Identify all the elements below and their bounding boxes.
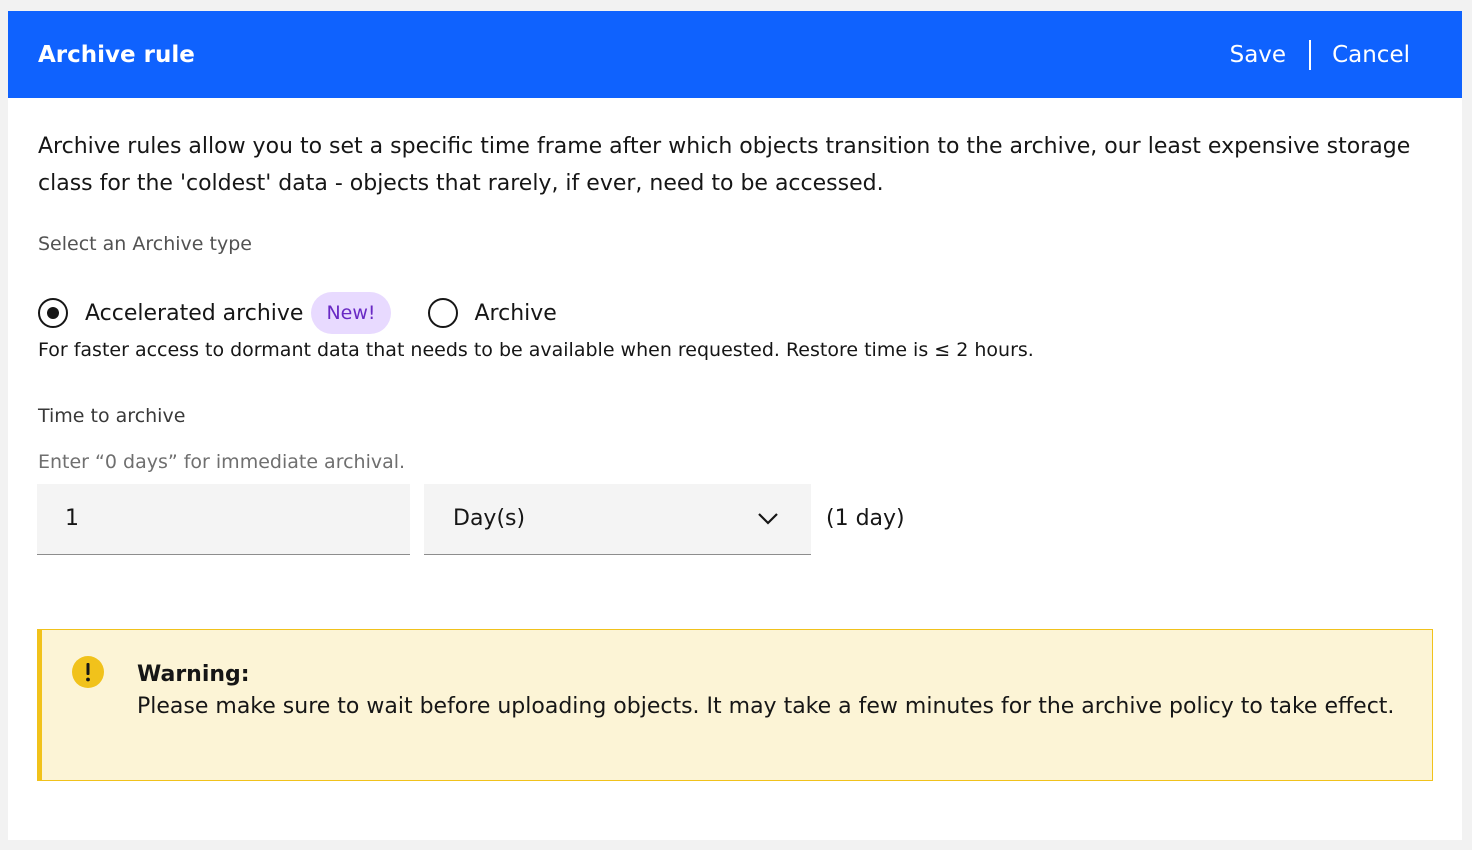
warning-text: Please make sure to wait before uploadin… (137, 694, 1395, 719)
chevron-down-icon (758, 513, 778, 525)
header-actions: Save Cancel (1230, 39, 1410, 71)
header-divider (1309, 40, 1312, 70)
archive-type-helper-text: For faster access to dormant data that n… (38, 339, 1034, 361)
time-to-archive-hint: Enter “0 days” for immediate archival. (38, 451, 406, 473)
archive-rule-description: Archive rules allow you to set a specifi… (38, 134, 1411, 196)
new-badge: New! (311, 292, 391, 334)
time-to-archive-input[interactable]: 1 (37, 484, 410, 555)
save-button[interactable]: Save (1230, 39, 1286, 71)
archive-type-label: Select an Archive type (38, 233, 252, 255)
time-unit-select[interactable]: Day(s) (424, 484, 811, 555)
time-to-archive-label: Time to archive (38, 405, 186, 427)
archive-type-radio-group: Accelerated archive New! Archive (38, 291, 557, 335)
duration-readout: (1 day) (826, 506, 905, 531)
warning-icon (72, 656, 104, 688)
radio-button-unselected[interactable] (427, 298, 458, 328)
radio-label-archive: Archive (474, 300, 557, 326)
time-unit-selected-value: Day(s) (453, 506, 526, 531)
panel-title: Archive rule (38, 42, 195, 68)
archive-rule-panel: Archive rule Save Cancel Archive rules a… (8, 11, 1462, 840)
warning-notification: Warning: Please make sure to wait before… (37, 629, 1433, 781)
radio-accelerated-archive[interactable]: Accelerated archive New! (38, 292, 391, 334)
radio-label-accelerated-archive: Accelerated archive (85, 300, 304, 326)
warning-title: Warning: (137, 662, 250, 687)
radio-archive[interactable]: Archive (427, 298, 557, 328)
cancel-button[interactable]: Cancel (1332, 39, 1410, 71)
radio-button-selected[interactable] (38, 298, 68, 328)
panel-header: Archive rule Save Cancel (8, 11, 1462, 98)
